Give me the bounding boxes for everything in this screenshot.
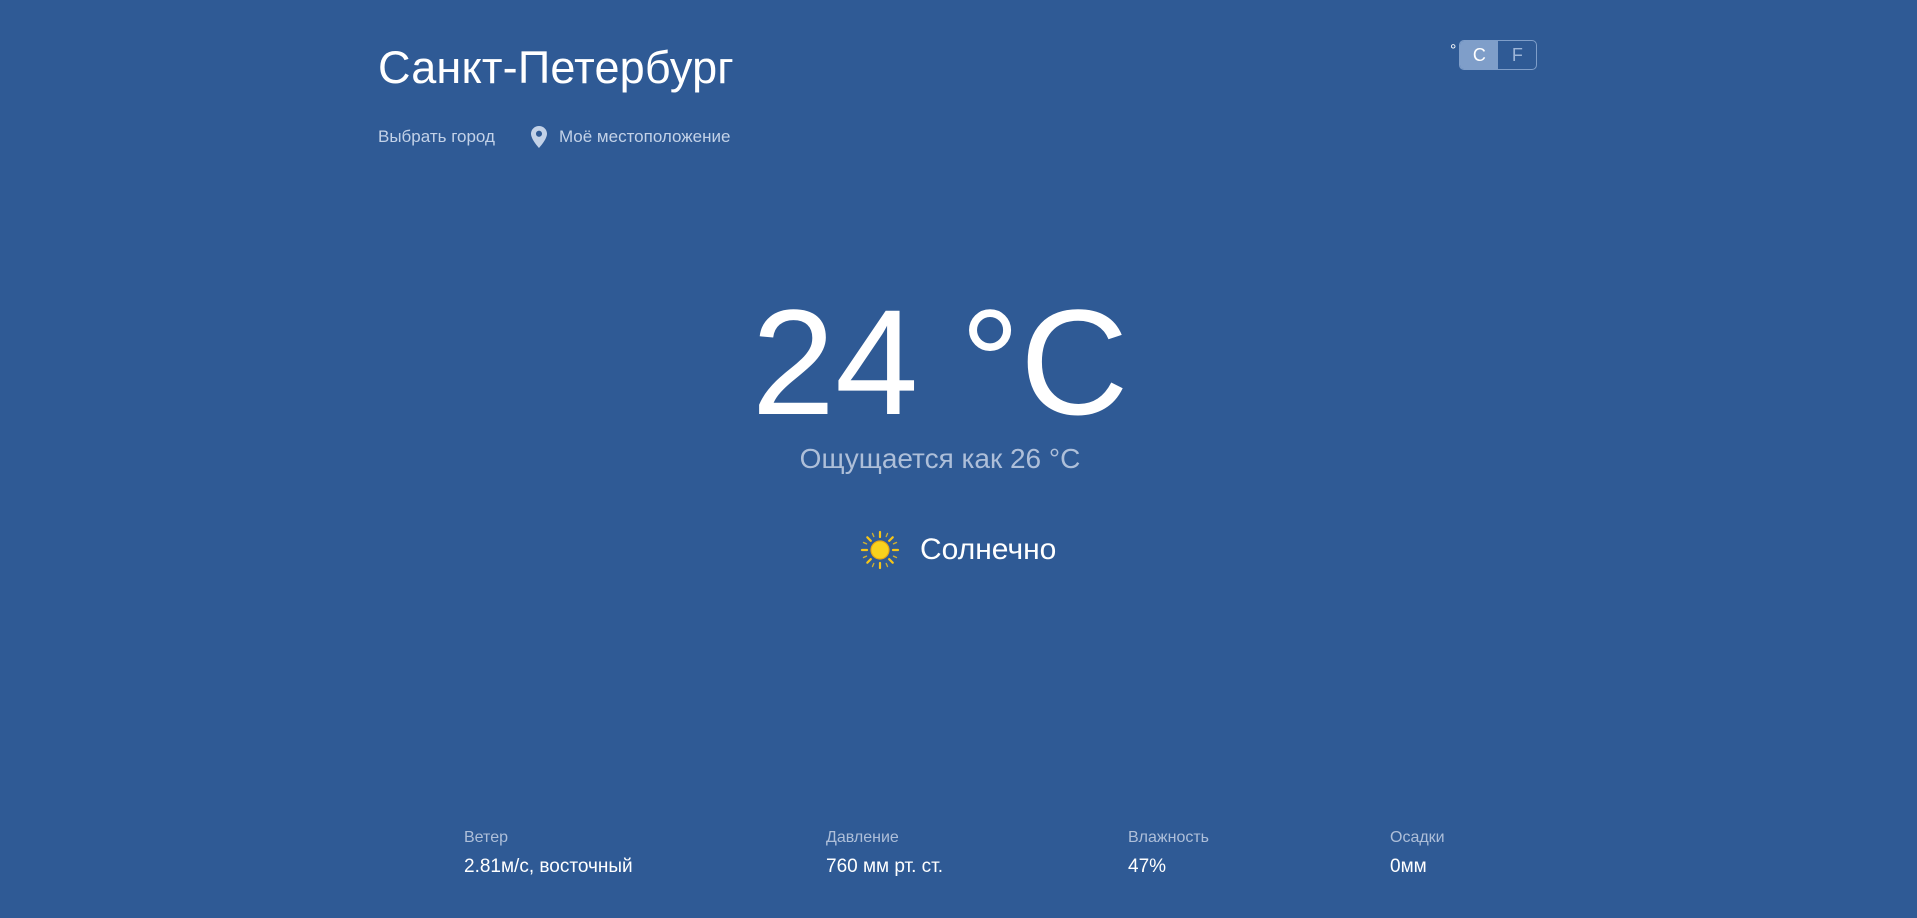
stat-value: 0мм bbox=[1390, 856, 1427, 877]
stat-pressure: Давление 760 мм рт. ст. bbox=[826, 828, 943, 880]
weather-condition: Солнечно bbox=[860, 530, 1056, 570]
stat-wind: Ветер 2.81м/с, восточный bbox=[464, 828, 633, 880]
my-location-label: Моё местоположение bbox=[558, 127, 731, 146]
stat-precipitation: Осадки 0мм bbox=[1390, 828, 1445, 880]
stat-value: 760 мм рт. ст. bbox=[826, 856, 944, 877]
stat-label: Осадки bbox=[1390, 829, 1445, 846]
my-location-link[interactable]: Моё местоположение bbox=[530, 126, 731, 148]
unit-toggle: ° C F bbox=[1450, 40, 1538, 70]
weather-page: Санкт-Петербург ° C F Выбрать город Моё … bbox=[0, 0, 1917, 918]
stat-label: Ветер bbox=[464, 829, 508, 846]
sun-icon bbox=[860, 530, 900, 570]
degree-symbol: ° bbox=[1450, 42, 1457, 59]
city-title: Санкт-Петербург bbox=[378, 42, 734, 93]
fahrenheit-button[interactable]: F bbox=[1498, 41, 1536, 69]
stat-humidity: Влажность 47% bbox=[1128, 828, 1209, 880]
feels-like-text: Ощущается как 26 °C bbox=[799, 443, 1081, 474]
condition-text: Солнечно bbox=[920, 533, 1057, 566]
stat-label: Влажность bbox=[1128, 829, 1210, 846]
temperature-block: 24 °C Ощущается как 26 °C bbox=[0, 282, 1917, 476]
stat-value: 47% bbox=[1128, 856, 1167, 877]
stat-value: 2.81м/с, восточный bbox=[464, 856, 633, 877]
location-pin-icon bbox=[530, 126, 547, 148]
celsius-button[interactable]: C bbox=[1460, 41, 1499, 69]
choose-city-link[interactable]: Выбрать город bbox=[378, 127, 495, 147]
unit-switch: C F bbox=[1459, 40, 1538, 70]
nav-links: Выбрать город Моё местоположение bbox=[378, 126, 730, 148]
current-temperature: 24 °C bbox=[751, 278, 1129, 446]
stat-label: Давление bbox=[826, 829, 899, 846]
